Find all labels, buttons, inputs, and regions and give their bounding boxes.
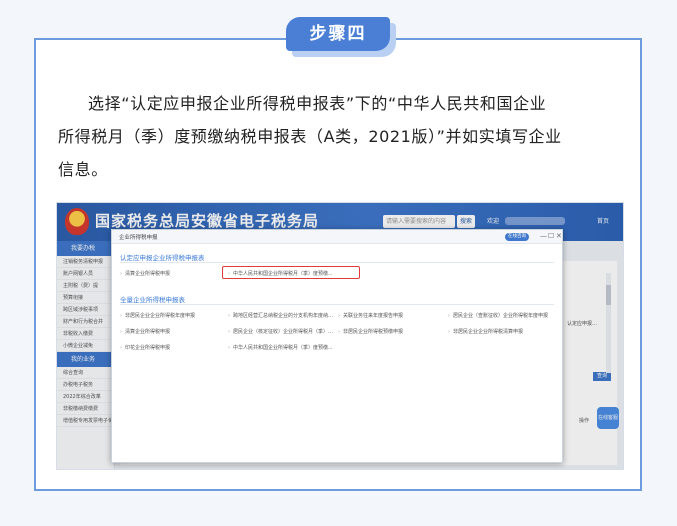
dialog-header: 企业所得税申报 在线咨询 — ☐ ✕	[112, 230, 562, 244]
instruction-line-1: 选择“认定应申报企业所得税申报表”下的“中华人民共和国企业	[88, 94, 547, 113]
instruction-paragraph: 选择“认定应申报企业所得税申报表”下的“中华人民共和国企业 所得税月（季）度预缴…	[58, 87, 624, 186]
instruction-line-3: 信息。	[58, 160, 108, 179]
section-divider	[120, 262, 554, 263]
form-link[interactable]: 印花企业所得税申报	[120, 344, 170, 351]
maximize-icon[interactable]: ☐	[548, 232, 554, 241]
step-badge: 步骤四	[286, 17, 396, 57]
tax-portal-screenshot: 国家税务总局安徽省电子税务局 请输入需要搜索的内容 搜索 欢迎 首页 我要办税 …	[56, 202, 624, 470]
form-link[interactable]: 关联业务往来年度报告申报	[338, 312, 403, 319]
dialog-title: 企业所得税申报	[119, 235, 158, 241]
close-icon[interactable]: ✕	[556, 232, 562, 241]
form-link[interactable]: 非居民企业所得税预缴申报	[338, 328, 403, 335]
form-link[interactable]: 清算企业所得税申报	[120, 270, 170, 277]
instruction-line-2: 所得税月（季）度预缴纳税申报表（A类，2021版）”并如实填写企业	[58, 127, 562, 146]
form-link[interactable]: 非居民企业企业所得税清算申报	[448, 328, 523, 335]
form-link[interactable]: 居民企业（核定征收）企业所得税月（季）…	[228, 328, 333, 335]
form-link[interactable]: 中华人民共和国企业所得税月（季）度预缴...	[228, 344, 333, 351]
form-link[interactable]: 跨地区经营汇总纳税企业的分支机构年度纳…	[228, 312, 333, 319]
section-full: 全量企业所得税申报表	[120, 296, 185, 304]
form-link[interactable]: 非居民企业企业所得税年度申报	[120, 312, 195, 319]
online-consult-badge[interactable]: 在线咨询	[505, 233, 529, 241]
step-label: 步骤四	[286, 17, 390, 51]
section-divider	[120, 304, 554, 305]
highlight-box	[222, 266, 360, 279]
declaration-dialog: 企业所得税申报 在线咨询 — ☐ ✕ 认定应申报企业所得税申报表 清算企业所得税…	[111, 229, 563, 463]
minimize-icon[interactable]: —	[540, 232, 547, 241]
form-link[interactable]: 清算企业所得税申报	[120, 328, 170, 335]
form-link[interactable]: 居民企业（查账征收）企业所得税年度申报	[448, 312, 548, 319]
section-recognized: 认定应申报企业所得税申报表	[120, 254, 205, 262]
